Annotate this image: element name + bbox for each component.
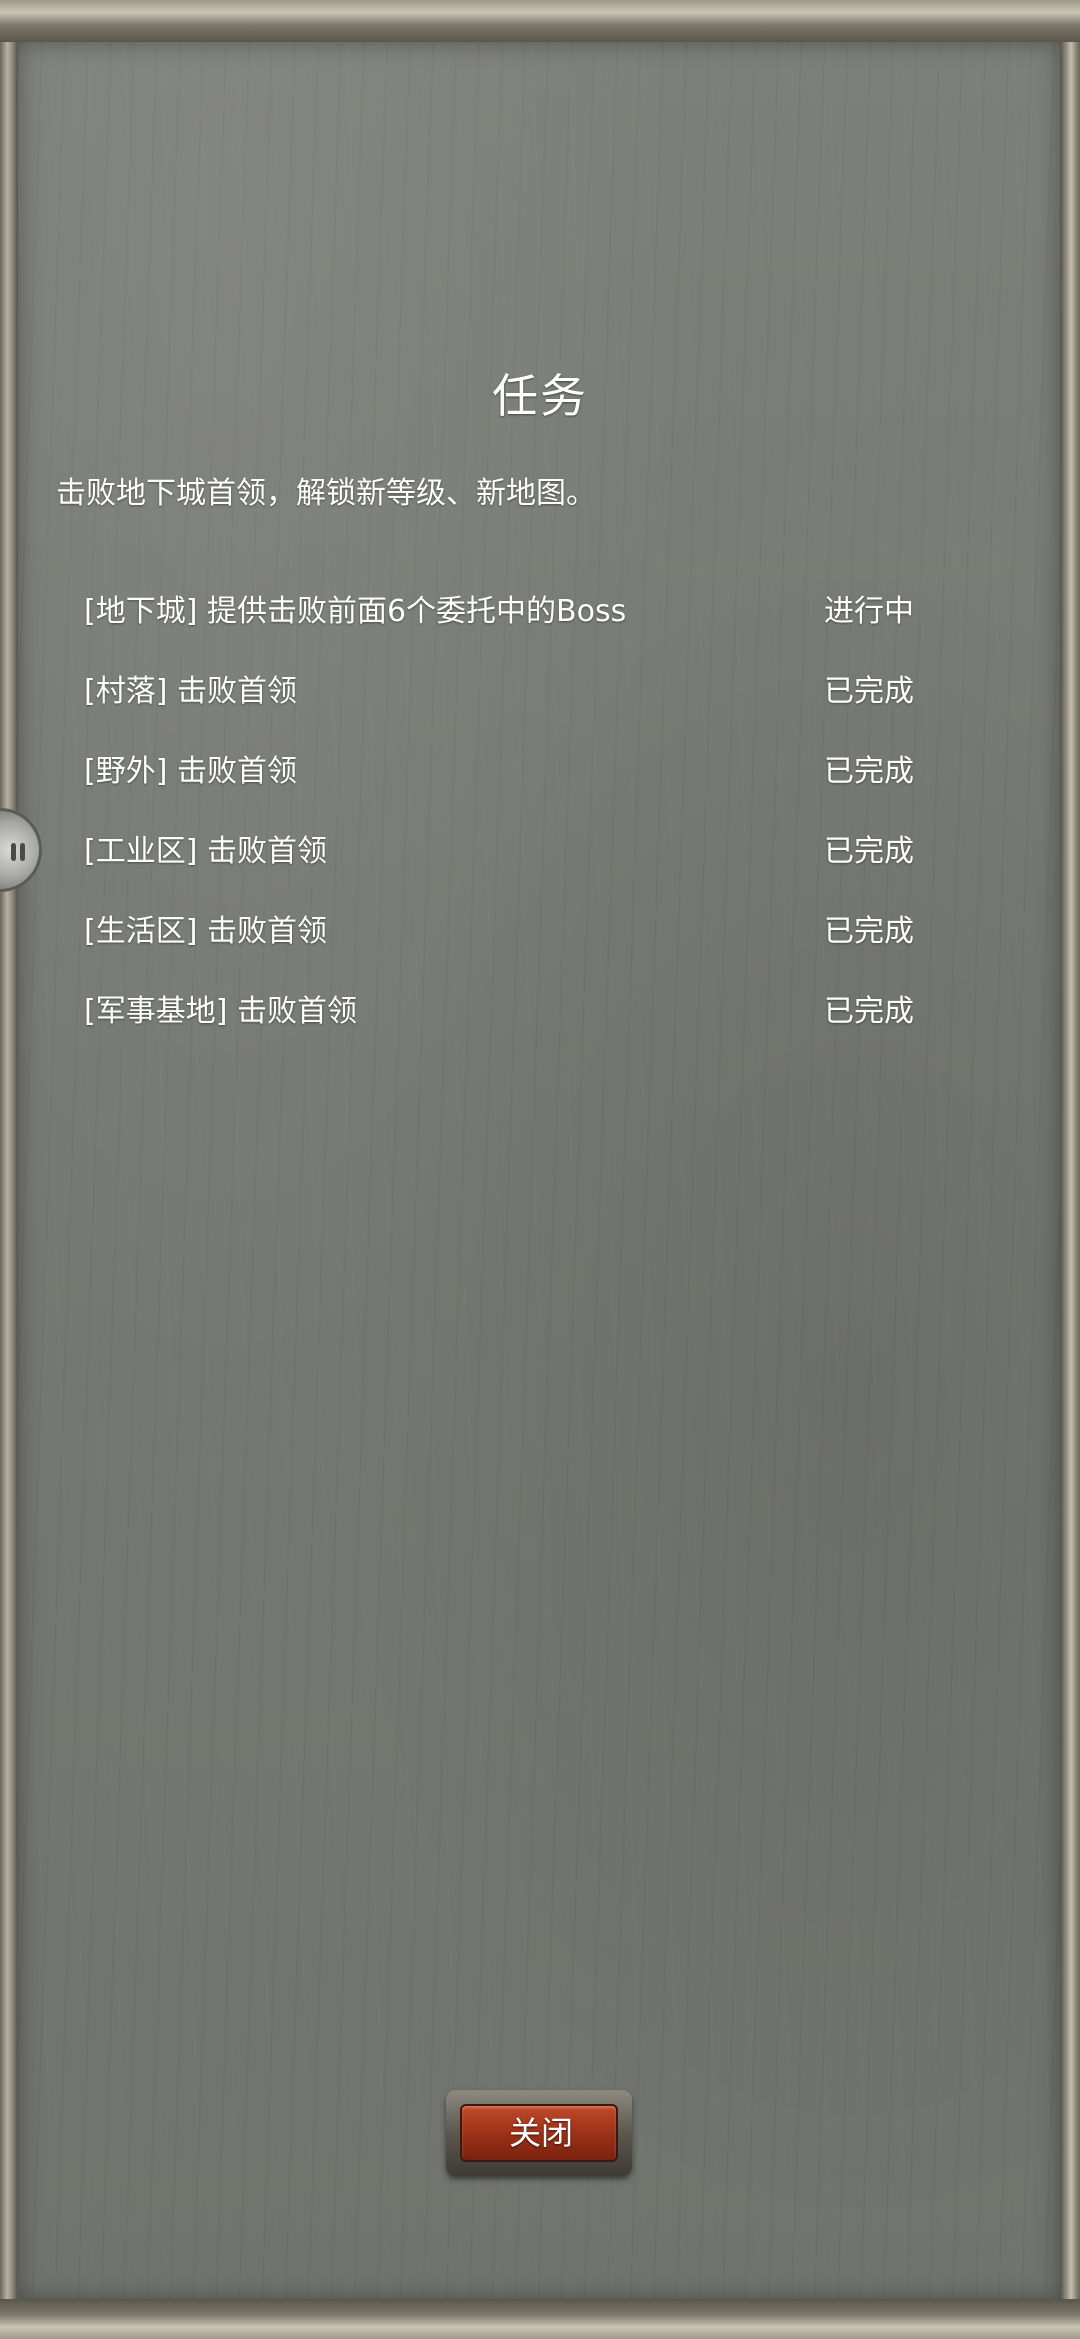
task-name: [工业区] 击败首领: [84, 834, 327, 869]
task-status: 已完成: [824, 674, 914, 709]
task-row: [工业区] 击败首领 已完成: [84, 818, 914, 898]
frame-left-edge: [0, 0, 18, 2339]
task-name: [军事基地] 击败首领: [84, 994, 357, 1029]
dialog-title: 任务: [492, 369, 588, 423]
task-status: 进行中: [824, 594, 914, 629]
pause-icon: [11, 843, 25, 861]
frame-top-edge: [0, 0, 1080, 42]
dialog-frame: 任务 击败地下城首领，解锁新等级、新地图。 [地下城] 提供击败前面6个委托中的…: [0, 0, 1080, 2339]
task-row: [村落] 击败首领 已完成: [84, 658, 914, 738]
task-row: [军事基地] 击败首领 已完成: [84, 978, 914, 1058]
dialog-description: 击败地下城首领，解锁新等级、新地图。: [56, 476, 596, 511]
close-button-label: 关闭: [508, 2114, 573, 2152]
task-status: 已完成: [824, 754, 914, 789]
task-status: 已完成: [824, 834, 914, 869]
task-list: [地下城] 提供击败前面6个委托中的Boss 进行中 [村落] 击败首领 已完成…: [84, 578, 914, 1058]
task-name: [村落] 击败首领: [84, 674, 297, 709]
task-row: [野外] 击败首领 已完成: [84, 738, 914, 818]
task-row: [地下城] 提供击败前面6个委托中的Boss 进行中: [84, 578, 914, 658]
close-button[interactable]: 关闭: [446, 2090, 632, 2176]
task-status: 已完成: [824, 994, 914, 1029]
task-status: 已完成: [824, 914, 914, 949]
frame-bottom-edge: [0, 2299, 1080, 2339]
frame-right-edge: [1060, 0, 1080, 2339]
task-name: [野外] 击败首领: [84, 754, 297, 789]
close-button-face[interactable]: 关闭: [460, 2104, 618, 2162]
task-name: [生活区] 击败首领: [84, 914, 327, 949]
task-row: [生活区] 击败首领 已完成: [84, 898, 914, 978]
task-name: [地下城] 提供击败前面6个委托中的Boss: [84, 594, 627, 629]
